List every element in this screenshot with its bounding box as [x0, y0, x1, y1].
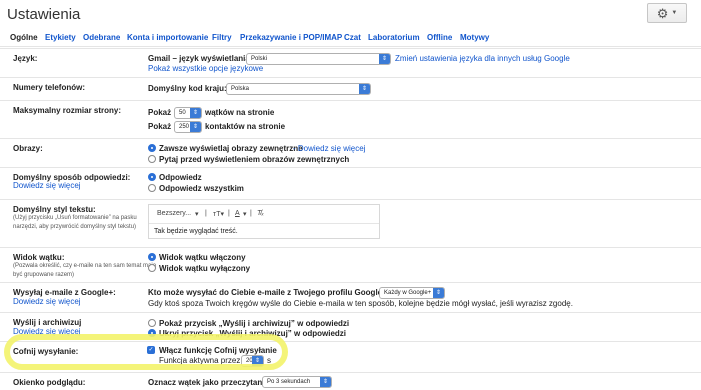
undo-send-checkbox[interactable]: ✓ [147, 346, 155, 354]
chevron-updown-icon: ⇕ [252, 356, 263, 366]
chevron-down-icon: ▼ [671, 10, 678, 16]
images-always-radio[interactable] [148, 144, 156, 152]
editor-preview-text: Tak będzie wyglądać treść. [154, 228, 238, 235]
setting-description: (Użyj przycisku „Usuń formatowanie” na p… [13, 215, 137, 221]
settings-tabs: Ogólne Etykiety Odebrane Konta i importo… [0, 33, 701, 47]
editor-toolbar: Bezszery... ▾ | ᴛT▾ | A ▾ | T̸ₓ [149, 205, 379, 224]
field-label: Oznacz wątek jako przeczytany: [148, 378, 270, 387]
setting-label: Domyślny styl tekstu: [13, 205, 96, 214]
reply-all-label: Odpowiedz wszystkim [159, 184, 244, 193]
setting-label: Obrazy: [13, 144, 43, 153]
setting-page-size: Maksymalny rozmiar strony: Pokaż 50 ⇕ wą… [0, 100, 701, 137]
gear-icon: ⚙ [656, 5, 669, 21]
tab-labels[interactable]: Etykiety [45, 33, 76, 42]
tab-inbox[interactable]: Odebrane [83, 33, 120, 42]
chevron-updown-icon: ⇕ [190, 122, 201, 132]
tab-labs[interactable]: Laboratorium [368, 33, 420, 42]
contacts-per-page-select[interactable]: 250 ⇕ [174, 121, 202, 133]
tab-divider [0, 46, 701, 47]
images-ask-label: Pytaj przed wyświetleniem obrazów zewnęt… [159, 155, 350, 164]
setting-conversation-view: Widok wątku: (Pozwala określić, czy e-ma… [0, 247, 701, 281]
text-style-editor[interactable]: Bezszery... ▾ | ᴛT▾ | A ▾ | T̸ₓ Tak będz… [148, 204, 380, 239]
setting-phone: Numery telefonów: Domyślny kod kraju: Po… [0, 77, 701, 99]
country-code-select[interactable]: Polska ⇕ [226, 83, 371, 95]
setting-preview-pane: Okienko podglądu: Oznacz wątek jako prze… [0, 372, 701, 390]
page-title: Ustawienia [7, 6, 81, 23]
clear-format-icon[interactable]: T̸ₓ [257, 210, 264, 217]
send-archive-show-radio[interactable] [148, 319, 156, 327]
text-color-icon[interactable]: A [235, 210, 240, 217]
setting-undo-send: Cofnij wysyłanie: ✓ Włącz funkcję Cofnij… [0, 341, 701, 371]
tab-chat[interactable]: Czat [344, 33, 361, 42]
reply-all-radio[interactable] [148, 184, 156, 192]
conversation-off-radio[interactable] [148, 264, 156, 272]
font-size-icon[interactable]: ᴛT▾ [213, 210, 224, 218]
tab-accounts[interactable]: Konta i importowanie [127, 33, 208, 42]
setting-language: Język: Gmail – język wyświetlania: Polsk… [0, 48, 701, 76]
tab-filters[interactable]: Filtry [212, 33, 232, 42]
chevron-updown-icon: ⇕ [190, 108, 201, 118]
contacts-suffix: kontaktów na stronie [205, 122, 286, 131]
threads-per-page-select[interactable]: 50 ⇕ [174, 107, 202, 119]
send-archive-show-label: Pokaż przycisk „Wyślij i archiwizuj” w o… [159, 319, 350, 328]
send-archive-hide-radio[interactable] [148, 329, 156, 337]
mark-read-select[interactable]: Po 3 sekundach ⇕ [262, 376, 332, 388]
setting-label: Cofnij wysyłanie: [13, 347, 79, 356]
undo-send-period-select[interactable]: 20 ⇕ [241, 355, 264, 367]
show-label: Pokaż [148, 122, 172, 131]
conversation-off-label: Widok wątku wyłączony [159, 264, 251, 273]
settings-header: Ustawienia ⚙ ▼ [0, 0, 701, 30]
reply-label: Odpowiedz [159, 173, 202, 182]
undo-send-checkbox-label: Włącz funkcję Cofnij wysyłanie [159, 346, 277, 355]
language-select[interactable]: Polski ⇕ [246, 53, 391, 65]
setting-reply: Domyślny sposób odpowiedzi: Dowiedz się … [0, 167, 701, 198]
tab-general[interactable]: Ogólne [10, 33, 38, 42]
google-plus-learn-more-link[interactable]: Dowiedz się więcej [13, 297, 81, 306]
chevron-updown-icon: ⇕ [379, 54, 390, 64]
send-archive-learn-more-link[interactable]: Dowiedz się więcej [13, 327, 81, 336]
setting-label: Okienko podglądu: [13, 378, 86, 387]
setting-images: Obrazy: Zawsze wyświetlaj obrazy zewnętr… [0, 138, 701, 166]
tab-themes[interactable]: Motywy [460, 33, 489, 42]
field-label: Gmail – język wyświetlania: [148, 54, 253, 63]
setting-send-archive: Wyślij i archiwizuj Dowiedz się więcej P… [0, 312, 701, 340]
setting-description: narzędzi, aby przywrócić domyślny styl t… [13, 224, 137, 230]
google-plus-select[interactable]: Każdy w Google+ ⇕ [379, 287, 445, 299]
chevron-updown-icon: ⇕ [359, 84, 370, 94]
tab-forwarding[interactable]: Przekazywanie i POP/IMAP [240, 33, 342, 42]
undo-send-period-label: Funkcja aktywna przez [159, 356, 241, 365]
chevron-updown-icon: ⇕ [320, 377, 331, 387]
setting-label: Widok wątku: [13, 253, 65, 262]
all-language-options-link[interactable]: Pokaż wszystkie opcje językowe [148, 64, 263, 73]
send-archive-hide-label: Ukryj przycisk „Wyślij i archiwizuj” w o… [159, 329, 347, 338]
font-select[interactable]: Bezszery... [157, 210, 191, 217]
setting-description: (Pozwala określić, czy e-maile na ten sa… [13, 263, 157, 269]
reply-radio[interactable] [148, 173, 156, 181]
tab-offline[interactable]: Offline [427, 33, 452, 42]
chevron-updown-icon: ⇕ [433, 288, 444, 298]
show-label: Pokaż [148, 108, 172, 117]
setting-label: Język: [13, 54, 38, 63]
setting-label: Wysyłaj e-maile z Google+: [13, 288, 116, 297]
setting-label: Wyślij i archiwizuj [13, 318, 82, 327]
setting-label: Maksymalny rozmiar strony: [13, 106, 122, 115]
conversation-on-radio[interactable] [148, 253, 156, 261]
setting-label: Numery telefonów: [13, 83, 86, 92]
change-language-link[interactable]: Zmień ustawienia języka dla innych usług… [395, 54, 570, 63]
google-plus-description: Gdy ktoś spoza Twoich kręgów wyśle do Ci… [148, 299, 573, 308]
images-learn-more-link[interactable]: - Dowiedz się więcej [293, 144, 365, 153]
undo-send-unit: s [267, 356, 271, 365]
setting-description: być grupowane razem) [13, 272, 75, 278]
reply-learn-more-link[interactable]: Dowiedz się więcej [13, 181, 81, 190]
field-label: Domyślny kod kraju: [148, 84, 227, 93]
setting-google-plus: Wysyłaj e-maile z Google+: Dowiedz się w… [0, 282, 701, 311]
conversation-on-label: Widok wątku włączony [159, 253, 246, 262]
images-ask-radio[interactable] [148, 155, 156, 163]
google-plus-question: Kto może wysyłać do Ciebie e-maile z Two… [148, 288, 392, 297]
threads-suffix: wątków na stronie [205, 108, 275, 117]
settings-menu-button[interactable]: ⚙ ▼ [647, 3, 687, 23]
images-always-label: Zawsze wyświetlaj obrazy zewnętrzne [159, 144, 303, 153]
